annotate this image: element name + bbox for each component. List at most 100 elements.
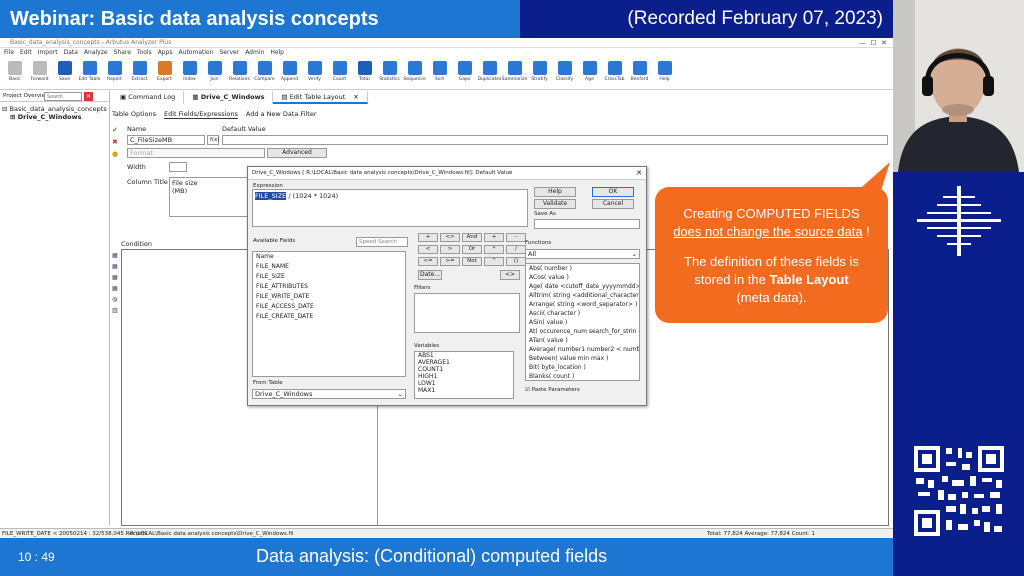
close-tab-icon[interactable]: ✕ <box>353 93 358 101</box>
function-list-item[interactable]: ASin( value ) <box>526 318 639 327</box>
grid-icon[interactable]: ▦ <box>112 250 120 261</box>
menu-item[interactable]: Server <box>220 49 240 56</box>
variable-list-item[interactable]: ABS1 <box>415 352 513 359</box>
grid-icon[interactable]: ▦ <box>112 261 120 272</box>
dialog-close-icon[interactable]: ✕ <box>636 169 642 177</box>
toolbar-button[interactable]: Back <box>2 58 27 90</box>
function-list-item[interactable]: Abs( number ) <box>526 264 639 273</box>
from-table-select[interactable]: Drive_C_Windows ⌄ <box>252 389 406 399</box>
toolbar-button[interactable]: Stratify <box>527 58 552 90</box>
window-controls[interactable]: — ☐ ✕ <box>859 38 887 48</box>
operator-button[interactable]: And <box>462 233 482 242</box>
function-list-item[interactable]: ATan( value ) <box>526 336 639 345</box>
date-button[interactable]: Date... <box>418 270 442 280</box>
toolbar-button[interactable]: Report <box>102 58 127 90</box>
operator-button[interactable]: + <box>484 233 504 242</box>
operator-button[interactable]: - <box>506 233 526 242</box>
operator-button[interactable]: () <box>506 257 526 266</box>
help-icon[interactable]: ● <box>112 148 120 160</box>
toolbar-button[interactable]: Append <box>277 58 302 90</box>
function-list-item[interactable]: Average( number1 number2 < numb <box>526 345 639 354</box>
menu-item[interactable]: Automation <box>179 49 214 56</box>
subtab-table-options[interactable]: Table Options <box>112 110 156 119</box>
function-list-item[interactable]: Blanks( count ) <box>526 372 639 380</box>
toolbar-button[interactable]: Count <box>327 58 352 90</box>
field-list-item[interactable]: FILE_CREATE_DATE <box>253 312 405 322</box>
grid-icon[interactable]: ▦ <box>112 272 120 283</box>
operator-button[interactable]: < <box>418 245 438 254</box>
tab-command-log[interactable]: ▣ Command Log <box>112 91 185 104</box>
menu-item[interactable]: File <box>4 49 14 56</box>
field-list-item[interactable]: FILE_SIZE <box>253 272 405 282</box>
operator-button[interactable]: ^ <box>484 257 504 266</box>
field-list-item[interactable]: FILE_ACCESS_DATE <box>253 302 405 312</box>
globe-icon[interactable]: ◍ <box>112 294 120 305</box>
function-list-item[interactable]: At( occurence_num search_for_strin <box>526 327 639 336</box>
tree-root[interactable]: ⊟ Basic_data_analysis_concepts <box>2 105 107 113</box>
menu-item[interactable]: Admin <box>245 49 264 56</box>
variable-list-item[interactable]: COUNT1 <box>415 366 513 373</box>
menu-item[interactable]: Import <box>38 49 58 56</box>
toolbar-button[interactable]: Statistics <box>377 58 402 90</box>
trash-icon[interactable]: ▥ <box>112 305 120 316</box>
project-search-input[interactable] <box>44 92 82 101</box>
delete-icon[interactable]: ✖ <box>112 136 120 148</box>
save-as-field[interactable] <box>534 219 640 229</box>
toolbar-button[interactable]: Total <box>352 58 377 90</box>
toolbar-button[interactable]: Save <box>52 58 77 90</box>
subtab-edit-fields[interactable]: Edit Fields/Expressions <box>163 110 238 119</box>
menu-item[interactable]: Tools <box>137 49 152 56</box>
function-list-item[interactable]: Alltrim( string <additional_character <box>526 291 639 300</box>
cancel-button[interactable]: Cancel <box>592 199 634 209</box>
available-fields-list[interactable]: Name FILE_NAME FILE_SIZE FILE_ATTRIBUTES FIL… <box>252 251 406 377</box>
toolbar-button[interactable]: Verify <box>302 58 327 90</box>
operator-button[interactable]: + <box>418 233 438 242</box>
toolbar-button[interactable]: Extract <box>127 58 152 90</box>
toolbar-button[interactable]: Export <box>152 58 177 90</box>
tab-edit-table-layout[interactable]: ▤ Edit Table Layout ✕ <box>273 91 368 104</box>
paste-parameters-checkbox[interactable]: ☑ Paste Parameters <box>525 387 580 393</box>
variable-list-item[interactable]: MAX1 <box>415 387 513 394</box>
field-list-item[interactable]: FILE_WRITE_DATE <box>253 292 405 302</box>
operator-button[interactable]: * <box>484 245 504 254</box>
toolbar-button[interactable]: Benford <box>627 58 652 90</box>
toolbar-button[interactable]: Forward <box>27 58 52 90</box>
operator-button[interactable]: Not <box>462 257 482 266</box>
field-list-item[interactable]: Name <box>253 252 405 262</box>
clear-search-icon[interactable]: ✕ <box>84 92 93 101</box>
function-list-item[interactable]: Ascii( character ) <box>526 309 639 318</box>
toolbar-button[interactable]: Sequence <box>402 58 427 90</box>
menu-item[interactable]: Data <box>64 49 78 56</box>
menu-item[interactable]: Analyze <box>84 49 108 56</box>
width-field[interactable] <box>169 162 187 172</box>
toolbar-button[interactable]: Relations <box>227 58 252 90</box>
toolbar-button[interactable]: Age <box>577 58 602 90</box>
operator-button[interactable]: / <box>506 245 526 254</box>
filters-list[interactable] <box>414 293 520 333</box>
functions-select[interactable]: All ⌄ <box>525 249 640 259</box>
toolbar-button[interactable]: Classify <box>552 58 577 90</box>
toolbar-button[interactable]: Gaps <box>452 58 477 90</box>
name-field[interactable]: C_FileSizeMB <box>127 135 205 145</box>
field-list-item[interactable]: FILE_NAME <box>253 262 405 272</box>
toolbar-button[interactable]: Summarize <box>502 58 527 90</box>
toolbar-button[interactable]: Help <box>652 58 677 90</box>
toolbar-button[interactable]: Sort <box>427 58 452 90</box>
accept-icon[interactable]: ✔ <box>112 124 120 136</box>
menu-item[interactable]: Share <box>114 49 131 56</box>
insert-button[interactable]: <> <box>500 270 520 280</box>
function-list-item[interactable]: Bit( byte_location ) <box>526 363 639 372</box>
fx-button[interactable]: f(x) <box>207 135 219 145</box>
functions-list[interactable]: Abs( number ) ACos( value ) Age( date <cut… <box>525 263 640 381</box>
tab-drive-c-windows[interactable]: ▦ Drive_C_Windows <box>184 91 274 104</box>
subtab-add-filter[interactable]: Add a New Data Filter <box>246 110 317 119</box>
help-button[interactable]: Help <box>534 187 576 197</box>
tree-child-table[interactable]: ⊞ Drive_C_Windows <box>2 113 107 121</box>
column-title-field[interactable]: File size (MB) <box>169 177 249 217</box>
operator-button[interactable]: <= <box>418 257 438 266</box>
toolbar-button[interactable]: Join <box>202 58 227 90</box>
speed-search-field[interactable]: Speed Search <box>356 237 408 247</box>
variable-list-item[interactable]: AVERAGE1 <box>415 359 513 366</box>
menu-item[interactable]: Apps <box>158 49 173 56</box>
variable-list-item[interactable]: HIGH1 <box>415 373 513 380</box>
